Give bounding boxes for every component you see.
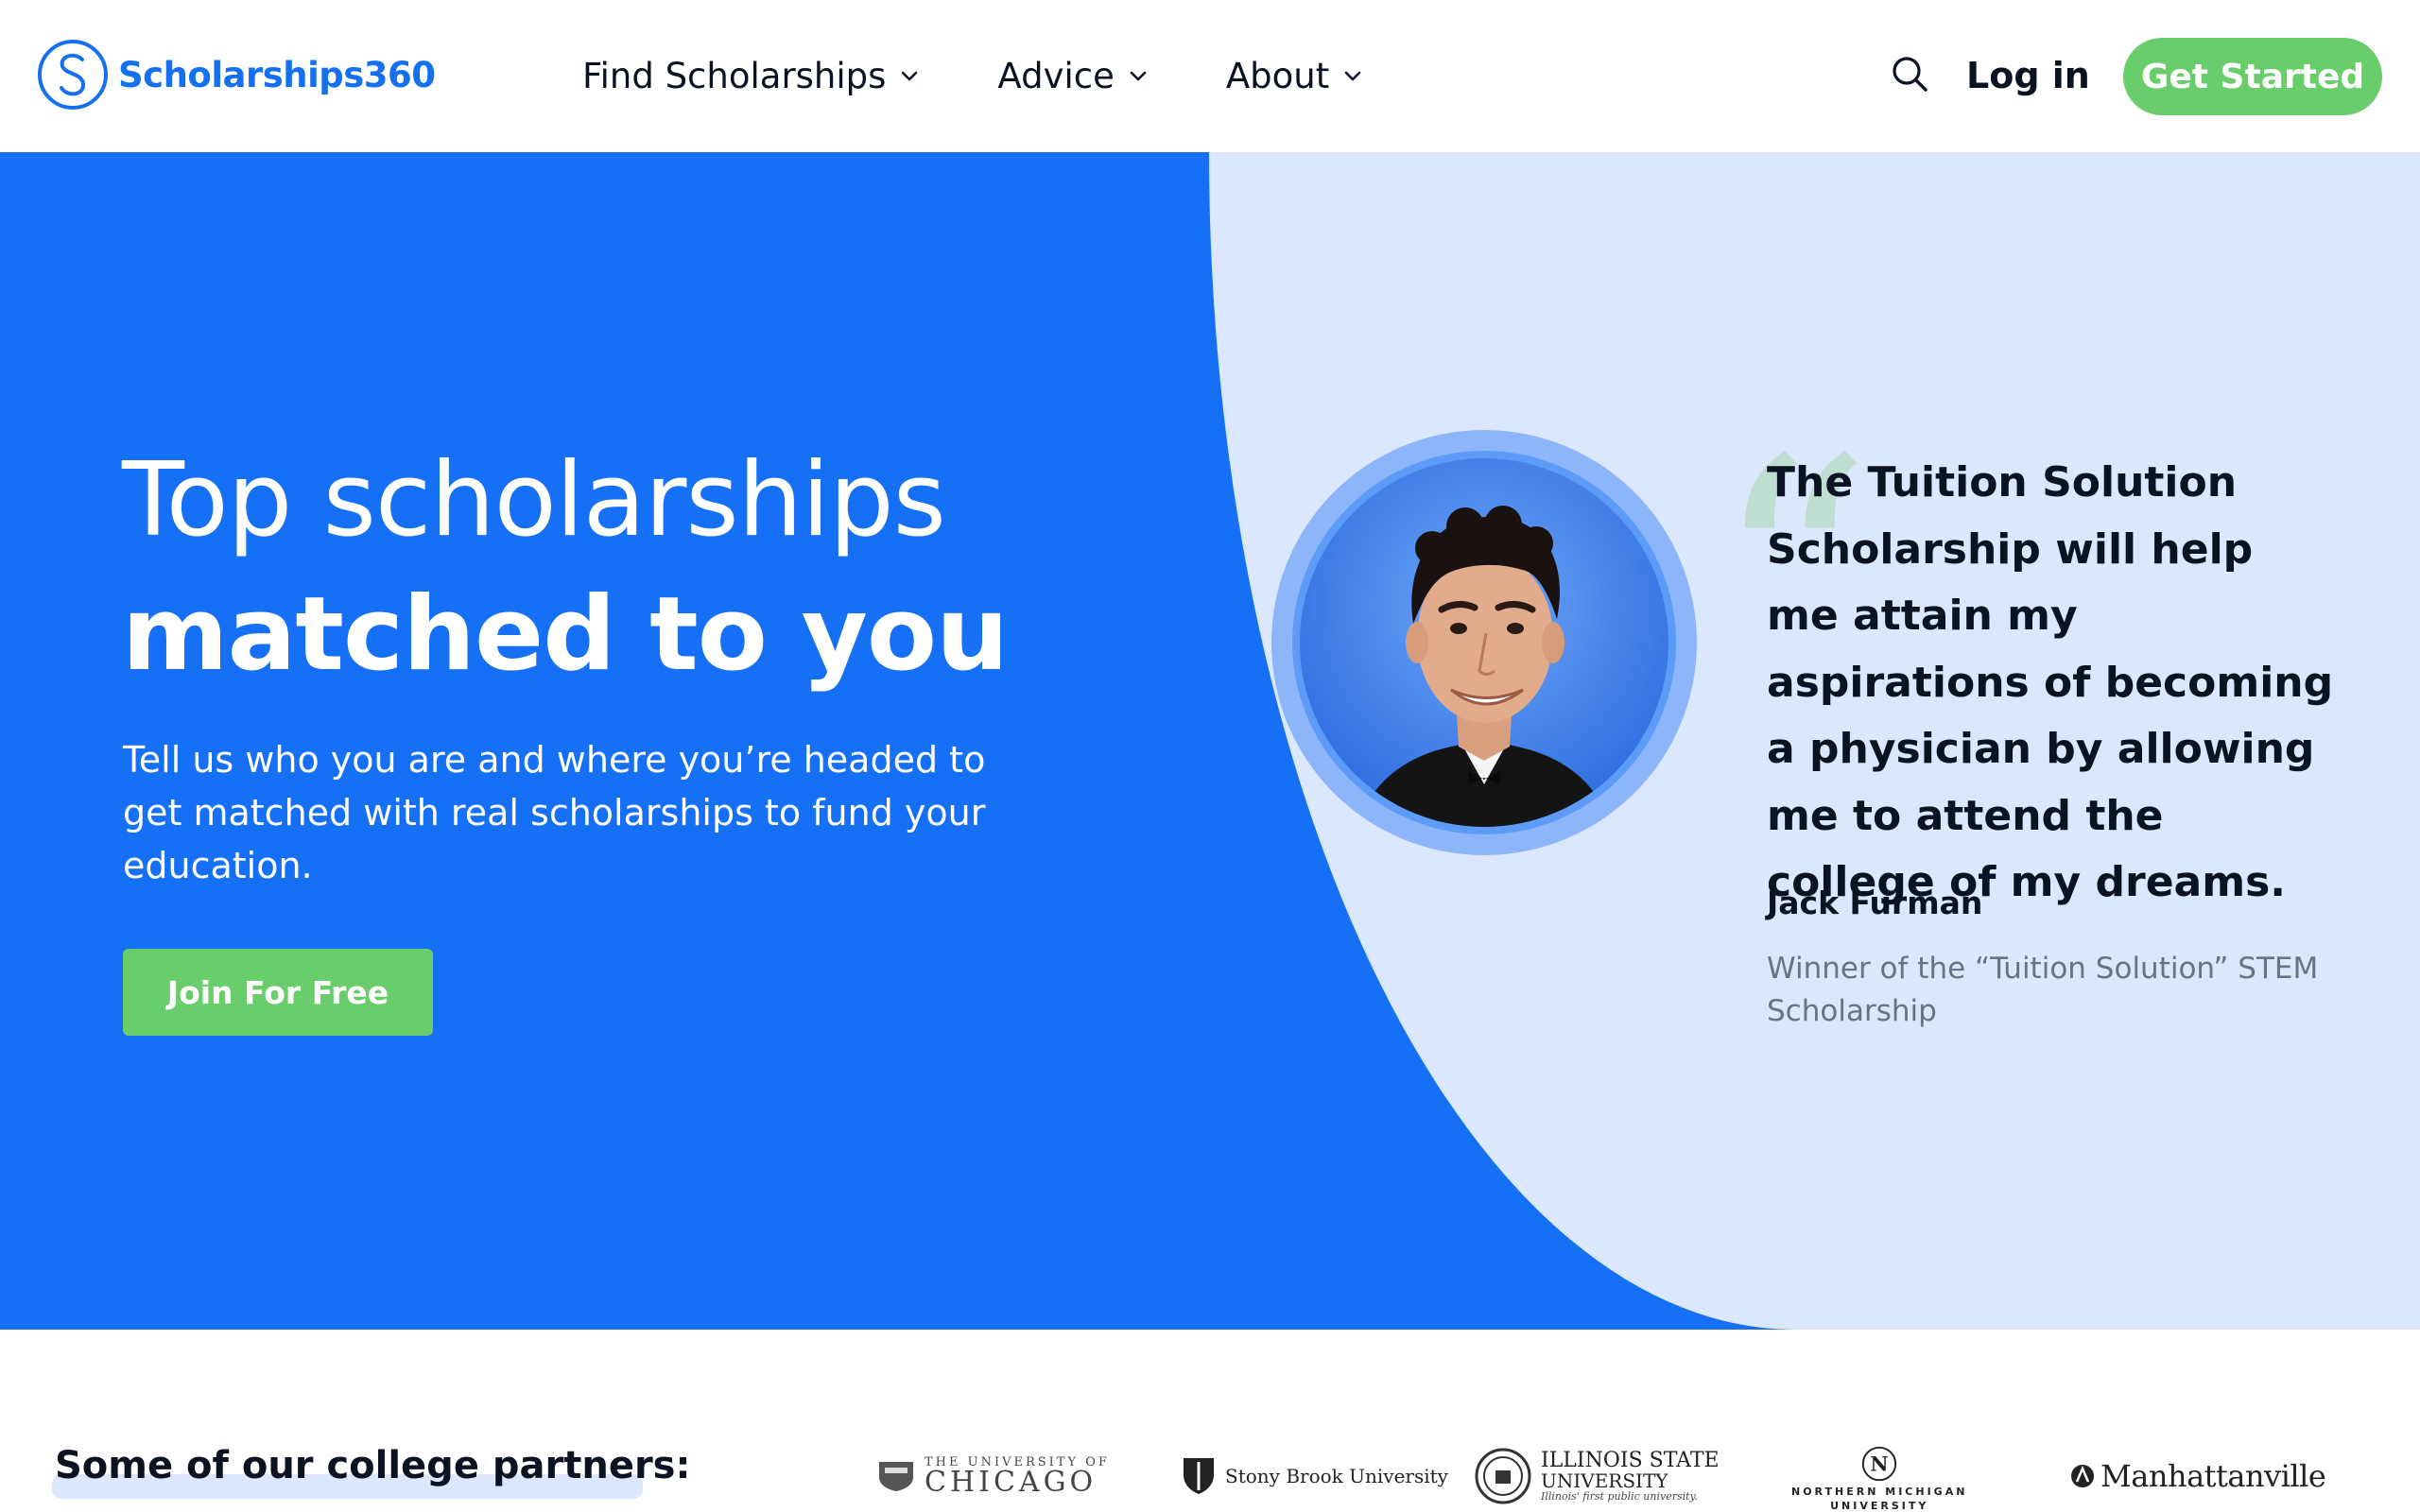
join-for-free-button[interactable]: Join For Free <box>123 949 433 1036</box>
site-header: Scholarships360 Find Scholarships Advice… <box>0 0 2420 152</box>
partner-logo-text: NORTHERN MICHIGAN <box>1791 1486 1968 1498</box>
northern-michigan-emblem-icon: N <box>1862 1446 1897 1482</box>
page: Scholarships360 Find Scholarships Advice… <box>0 0 2420 1512</box>
nav-find-scholarships[interactable]: Find Scholarships <box>582 49 920 102</box>
partner-logo-text: UNIVERSITY <box>1541 1469 1668 1493</box>
partners-title: Some of our college partners: <box>55 1444 691 1487</box>
testimonial-author-role: Winner of the “Tuition Solution” STEM Sc… <box>1767 952 2319 1028</box>
partner-logo-stony-brook[interactable]: Stony Brook University <box>1182 1448 1448 1504</box>
student-portrait-image <box>1300 458 1668 827</box>
partner-logo-text: Stony Brook University <box>1225 1465 1448 1487</box>
hero-subtitle: Tell us who you are and where you’re hea… <box>123 739 986 886</box>
partner-logo-text: Illinois' first public university. <box>1541 1490 1698 1503</box>
uchicago-crest-icon <box>879 1462 913 1491</box>
partner-logo-uchicago[interactable]: THE UNIVERSITY OF CHICAGO <box>877 1448 1110 1504</box>
login-link[interactable]: Log in <box>1966 49 2090 102</box>
testimonial-author: Jack Furman <box>1767 885 1983 921</box>
nav-about[interactable]: About <box>1226 49 1363 102</box>
main-nav: Find Scholarships Advice About <box>582 49 1441 102</box>
logo-icon <box>38 40 108 110</box>
chevron-down-icon <box>902 71 918 81</box>
nav-label: Advice <box>997 55 1115 96</box>
testimonial-avatar <box>1271 430 1697 855</box>
partner-logo-manhattanville[interactable]: Manhattanville <box>2070 1448 2326 1504</box>
testimonial-quote: The Tuition Solution Scholarship will he… <box>1767 458 2334 906</box>
nav-label: About <box>1225 55 1330 96</box>
search-icon[interactable] <box>1889 53 1930 94</box>
hero-title-line1: Top scholarships <box>122 441 946 559</box>
illinois-state-seal-icon <box>1475 1448 1531 1504</box>
partner-logo-text: ILLINOIS STATE <box>1541 1449 1720 1473</box>
svg-text:N: N <box>1871 1452 1889 1476</box>
get-started-button[interactable]: Get Started <box>2123 38 2382 115</box>
partner-logo-text: UNIVERSITY <box>1830 1500 1929 1512</box>
logo-link[interactable]: Scholarships360 <box>37 39 436 111</box>
partner-logo-text: CHICAGO <box>925 1465 1098 1499</box>
partner-logo-northern-michigan[interactable]: N NORTHERN MICHIGAN UNIVERSITY <box>1791 1444 1967 1512</box>
stony-brook-shield-icon <box>1184 1458 1214 1494</box>
manhattanville-mark-icon <box>2071 1465 2094 1487</box>
logo-text: Scholarships360 <box>118 54 436 95</box>
nav-advice[interactable]: Advice <box>997 49 1148 102</box>
nav-label: Find Scholarships <box>582 55 887 96</box>
partner-logo-illinois-state[interactable]: ILLINOIS STATE UNIVERSITY Illinois' firs… <box>1475 1448 1720 1504</box>
chevron-down-icon <box>1344 71 1361 81</box>
hero-title: Top scholarships matched to you <box>122 434 1067 702</box>
hero-title-line2: matched to you <box>122 576 1009 694</box>
chevron-down-icon <box>1130 71 1147 81</box>
hero-section: Top scholarships matched to you Tell us … <box>0 152 2420 1330</box>
partner-logo-text: Manhattanville <box>2100 1458 2326 1494</box>
avatar-photo <box>1292 451 1676 834</box>
